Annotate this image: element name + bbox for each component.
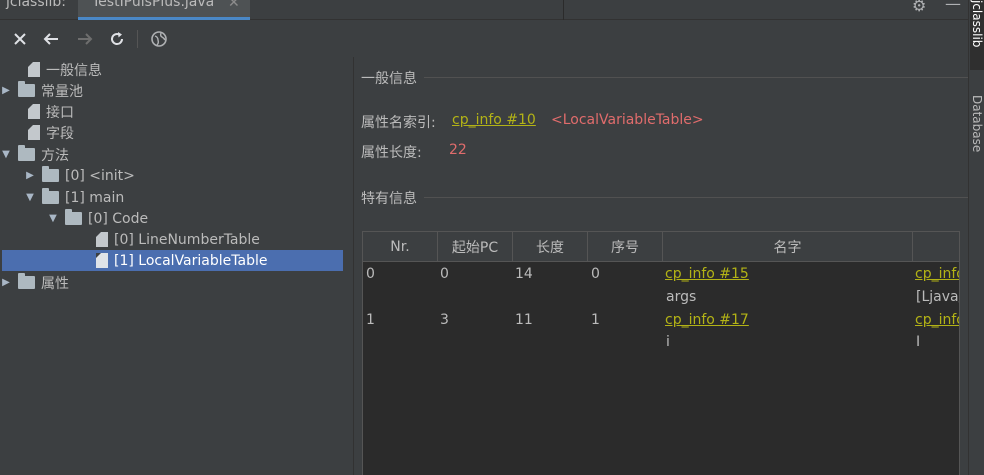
section-divider xyxy=(424,77,968,78)
back-icon[interactable] xyxy=(39,27,63,51)
tab-separator xyxy=(563,0,564,20)
tree-item-line-number-table[interactable]: [0] LineNumberTable xyxy=(78,229,260,250)
tree-item-label: 常量池 xyxy=(41,83,83,100)
cell-descriptor-value: I xyxy=(916,334,921,350)
column-header-index[interactable]: 序号 xyxy=(588,232,663,262)
tree-item-interfaces[interactable]: 接口 xyxy=(10,101,74,122)
web-icon[interactable] xyxy=(147,27,171,51)
detail-panel: 一般信息 属性名索引: cp_info #10 <LocalVariableTa… xyxy=(354,57,968,475)
file-tab-label: TestIPulsPlus.java xyxy=(92,0,215,10)
tree-item-label: [0] <init> xyxy=(65,167,135,184)
file-icon xyxy=(96,253,108,268)
folder-icon xyxy=(18,81,35,97)
folder-icon xyxy=(65,209,82,225)
column-header-descriptor[interactable] xyxy=(913,232,959,262)
cell-name-value: args xyxy=(666,289,697,305)
close-tab-icon[interactable]: ✕ xyxy=(228,0,240,11)
folder-icon xyxy=(42,166,59,182)
column-header-length[interactable]: 长度 xyxy=(513,232,588,262)
cell-length: 14 xyxy=(515,266,533,282)
column-header-start-pc[interactable]: 起始PC xyxy=(438,232,513,262)
cell-start-pc: 3 xyxy=(440,312,449,328)
name-index-link[interactable]: cp_info #10 xyxy=(452,112,536,128)
tree-item-general-info[interactable]: 一般信息 xyxy=(10,59,102,80)
tree-item-method-init[interactable]: ▶ [0] <init> xyxy=(24,165,135,186)
section-divider xyxy=(424,197,968,198)
expand-arrow-icon[interactable]: ▶ xyxy=(0,277,12,288)
right-tool-strip: jclasslib Database xyxy=(968,0,984,475)
refresh-icon[interactable] xyxy=(105,27,129,51)
tool-window-title: jclasslib: xyxy=(6,0,67,10)
expand-arrow-icon[interactable]: ▶ xyxy=(24,170,36,181)
tree-item-fields[interactable]: 字段 xyxy=(10,122,74,143)
folder-icon xyxy=(42,188,59,204)
tree-item-attributes[interactable]: ▶ 属性 xyxy=(0,272,69,293)
forward-icon[interactable] xyxy=(73,27,97,51)
tree-item-method-main[interactable]: ▼ [1] main xyxy=(24,187,124,208)
tree-item-label: [1] LocalVariableTable xyxy=(114,252,268,269)
cell-nr: 0 xyxy=(366,266,375,282)
collapse-arrow-icon[interactable]: ▼ xyxy=(47,213,59,224)
tree-item-local-variable-table[interactable]: [1] LocalVariableTable xyxy=(2,250,343,271)
tree-item-label: [1] main xyxy=(65,189,125,206)
gear-icon[interactable]: ⚙ xyxy=(912,0,926,15)
collapse-arrow-icon[interactable]: ▼ xyxy=(24,192,36,203)
tree-item-constant-pool[interactable]: ▶ 常量池 xyxy=(0,80,83,101)
tool-window-header: jclasslib: TestIPulsPlus.java ✕ ⚙ — xyxy=(0,0,968,20)
tree-item-methods[interactable]: ▼ 方法 xyxy=(0,144,69,165)
file-icon xyxy=(28,125,40,140)
cell-length: 11 xyxy=(515,312,533,328)
file-icon xyxy=(28,62,40,77)
expand-arrow-icon[interactable]: ▶ xyxy=(0,85,12,96)
cell-start-pc: 0 xyxy=(440,266,449,282)
toolbar-separator xyxy=(137,30,138,48)
close-icon[interactable] xyxy=(8,27,32,51)
cell-index: 0 xyxy=(591,266,600,282)
cell-descriptor-link[interactable]: cp_info xyxy=(915,312,959,328)
jclasslib-tool-button[interactable]: jclasslib xyxy=(970,0,984,70)
minimize-icon[interactable]: — xyxy=(945,0,961,13)
name-index-label: 属性名索引: xyxy=(361,115,436,131)
column-header-nr[interactable]: Nr. xyxy=(363,232,438,262)
tree-item-label: 字段 xyxy=(46,125,74,142)
specific-info-title: 特有信息 xyxy=(361,191,417,207)
column-header-name[interactable]: 名字 xyxy=(663,232,913,262)
cell-name-value: i xyxy=(666,334,670,350)
name-index-value: <LocalVariableTable> xyxy=(551,112,704,128)
general-info-title: 一般信息 xyxy=(361,71,417,87)
cell-descriptor-value: [Ljava/ xyxy=(916,289,960,305)
attribute-length-label: 属性长度: xyxy=(361,145,422,161)
tree-item-label: 一般信息 xyxy=(46,62,102,79)
cell-nr: 1 xyxy=(366,312,375,328)
cell-index: 1 xyxy=(591,312,600,328)
collapse-arrow-icon[interactable]: ▼ xyxy=(0,149,12,160)
folder-icon xyxy=(18,273,35,289)
tree-item-label: [0] Code xyxy=(88,210,149,227)
file-icon xyxy=(28,104,40,119)
cell-name-link[interactable]: cp_info #15 xyxy=(665,266,749,282)
database-tool-button[interactable]: Database xyxy=(970,95,984,152)
local-variable-table: Nr. 起始PC 长度 序号 名字 0 0 14 0 cp_info #15 a… xyxy=(362,231,960,475)
class-structure-tree: 一般信息 ▶ 常量池 接口 字段 ▼ 方法 ▶ [0] <init> ▼ [1]… xyxy=(0,57,353,475)
cell-descriptor-link[interactable]: cp_info xyxy=(915,266,959,282)
file-icon xyxy=(96,232,108,247)
attribute-length-value: 22 xyxy=(449,142,467,158)
tree-item-label: 属性 xyxy=(41,275,69,292)
tree-item-label: [0] LineNumberTable xyxy=(114,231,260,248)
tree-item-label: 方法 xyxy=(41,147,69,164)
cell-name-link[interactable]: cp_info #17 xyxy=(665,312,749,328)
file-tab[interactable]: TestIPulsPlus.java ✕ xyxy=(78,0,250,20)
tree-item-label: 接口 xyxy=(46,104,74,121)
toolbar xyxy=(0,21,968,57)
folder-icon xyxy=(18,145,35,161)
table-header: Nr. 起始PC 长度 序号 名字 xyxy=(363,232,959,262)
tree-item-code[interactable]: ▼ [0] Code xyxy=(47,208,148,229)
